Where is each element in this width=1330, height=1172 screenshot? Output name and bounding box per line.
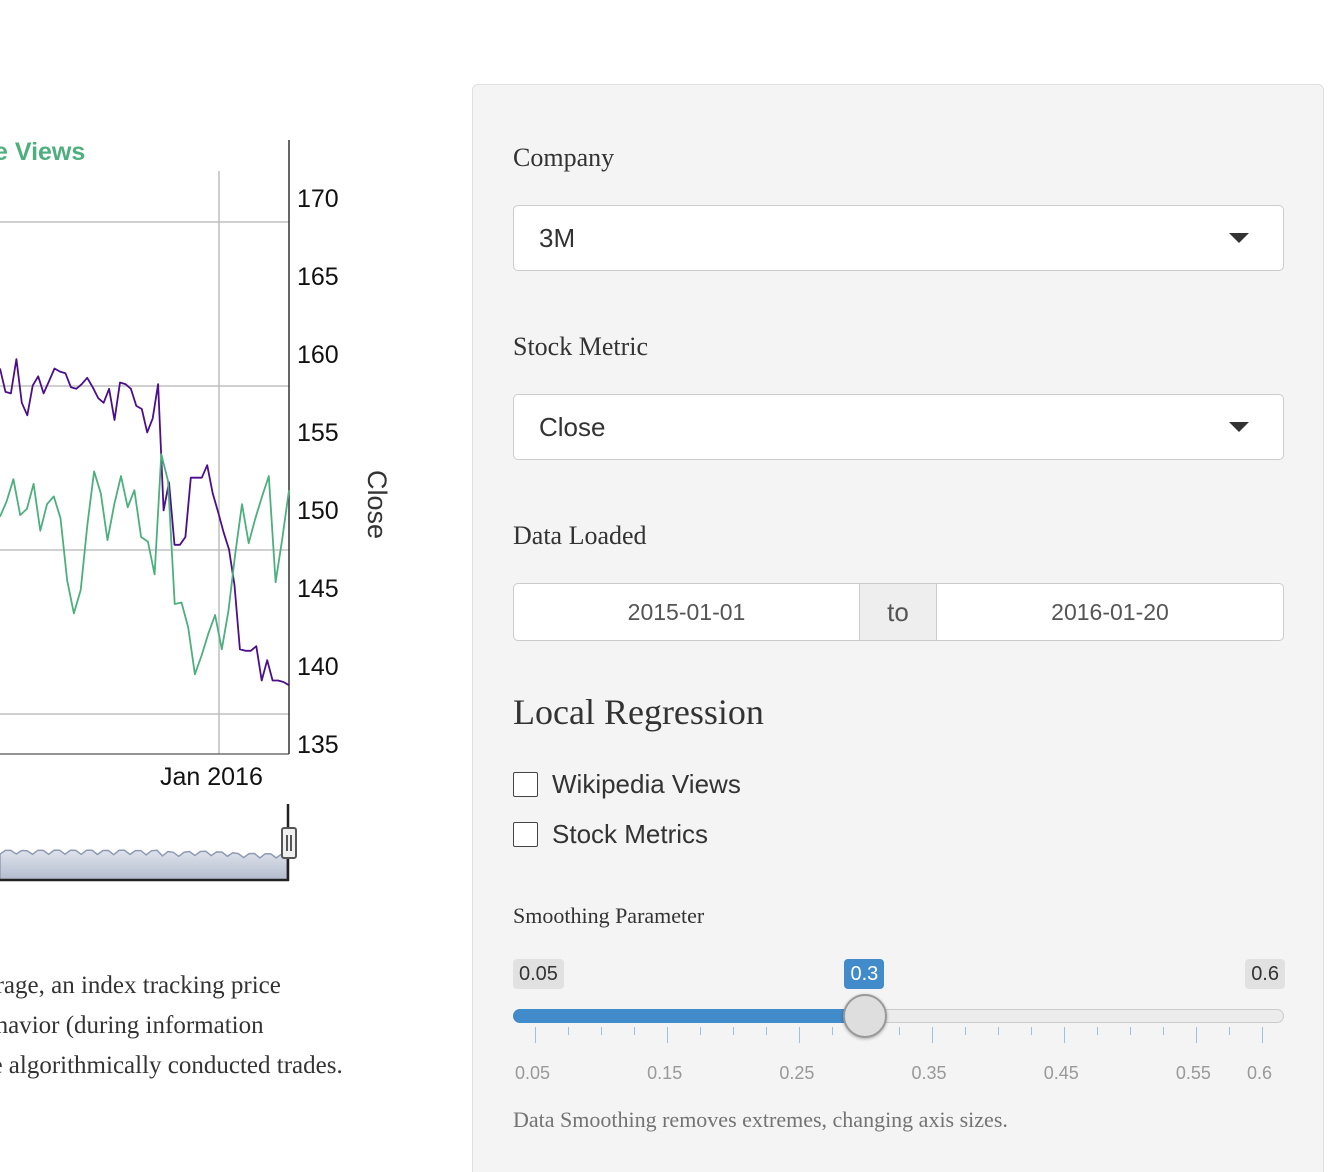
series-line-views xyxy=(0,453,290,676)
data-loaded-label: Data Loaded xyxy=(513,521,647,550)
stock-metrics-checkbox[interactable]: Stock Metrics xyxy=(513,819,708,850)
stock-metric-select[interactable]: Close xyxy=(513,394,1284,460)
slider-tick xyxy=(667,1027,669,1043)
slider-tick-label: 0.05 xyxy=(515,1063,551,1083)
company-select[interactable]: 3M xyxy=(513,205,1284,271)
slider-tick xyxy=(1228,1027,1230,1035)
slider-tick xyxy=(898,1027,900,1035)
slider-tick-label: 0.45 xyxy=(1043,1063,1079,1083)
slider-tick xyxy=(832,1027,834,1035)
y-tick-label: 155 xyxy=(297,419,339,447)
slider-tick xyxy=(997,1027,999,1035)
range-handle[interactable] xyxy=(281,827,297,859)
description-text: verage, an index tracking price behavior… xyxy=(0,972,343,1079)
slider-handle[interactable] xyxy=(843,994,888,1038)
slider-tick xyxy=(601,1027,603,1035)
slider-tick xyxy=(1262,1027,1263,1043)
slider-tick xyxy=(1063,1027,1065,1043)
date-separator: to xyxy=(860,583,936,641)
checkbox-box[interactable] xyxy=(513,772,538,797)
slider-tick xyxy=(535,1027,536,1043)
checkbox-box[interactable] xyxy=(513,822,538,847)
slider-tick-label: 0.25 xyxy=(779,1063,815,1083)
slider-tick-label: 0.55 xyxy=(1175,1063,1211,1083)
y-tick-label: 165 xyxy=(297,263,339,291)
slider-tick-label: 0.15 xyxy=(647,1063,683,1083)
slider-tick xyxy=(568,1027,570,1035)
wikipedia-views-checkbox[interactable]: Wikipedia Views xyxy=(513,769,741,800)
slider-value-label: 0.3 xyxy=(844,959,885,989)
company-label: Company xyxy=(513,143,615,172)
slider-tick xyxy=(733,1027,735,1035)
slider-min-label: 0.05 xyxy=(513,959,564,989)
help-text: Data Smoothing removes extremes, changin… xyxy=(513,1107,1008,1132)
checkbox-label: Wikipedia Views xyxy=(552,769,741,799)
y-tick-label: 135 xyxy=(297,731,339,759)
x-tick-label: Jan 2016 xyxy=(160,763,263,791)
chevron-down-icon xyxy=(1229,422,1249,432)
stock-metric-label: Stock Metric xyxy=(513,332,649,361)
slider-tick xyxy=(634,1027,636,1035)
y-axis-title: Close xyxy=(362,470,392,540)
slider-tick-label: 0.6 xyxy=(1247,1063,1273,1083)
date-range-input: 2015-01-01 to 2016-01-20 xyxy=(513,583,1284,641)
date-from-input[interactable]: 2015-01-01 xyxy=(513,583,860,641)
checkbox-label: Stock Metrics xyxy=(552,819,709,849)
y-tick-label: 145 xyxy=(297,575,339,603)
smoothing-label: Smoothing Parameter xyxy=(513,903,705,928)
range-navigator-area xyxy=(0,849,288,881)
slider-tick xyxy=(931,1027,933,1043)
stock-chart: e Views 170 165 160 155 150 145 140 135 Jan 201… xyxy=(0,0,470,900)
y-tick-label: 170 xyxy=(297,185,339,213)
date-to-input[interactable]: 2016-01-20 xyxy=(936,583,1284,641)
company-value: 3M xyxy=(539,223,576,253)
slider-tick xyxy=(964,1027,966,1035)
slider-tick xyxy=(1162,1027,1164,1035)
slider-fill xyxy=(513,1009,866,1023)
slider-tick xyxy=(1129,1027,1131,1035)
control-panel: Company 3M Stock Metric Close Data Loade… xyxy=(472,84,1324,1172)
slider-tick xyxy=(799,1027,801,1043)
slider-tick-label: 0.35 xyxy=(911,1063,947,1083)
slider-tick xyxy=(1030,1027,1032,1035)
y-tick-label: 160 xyxy=(297,341,339,369)
chevron-down-icon xyxy=(1229,233,1249,243)
y-tick-label: 150 xyxy=(297,497,339,525)
legend-label: e Views xyxy=(0,138,86,166)
smoothing-slider[interactable]: 0.05 0.6 0.3 0.05 0.15 0.25 0.35 0.45 0.55 0.6 xyxy=(513,955,1285,1083)
local-regression-heading: Local Regression xyxy=(513,692,764,732)
slider-tick xyxy=(1096,1027,1098,1035)
slider-tick xyxy=(1195,1027,1197,1043)
slider-max-label: 0.6 xyxy=(1245,959,1285,989)
stock-metric-value: Close xyxy=(539,412,606,442)
slider-tick xyxy=(700,1027,702,1035)
y-tick-label: 140 xyxy=(297,653,339,681)
slider-tick xyxy=(766,1027,768,1035)
